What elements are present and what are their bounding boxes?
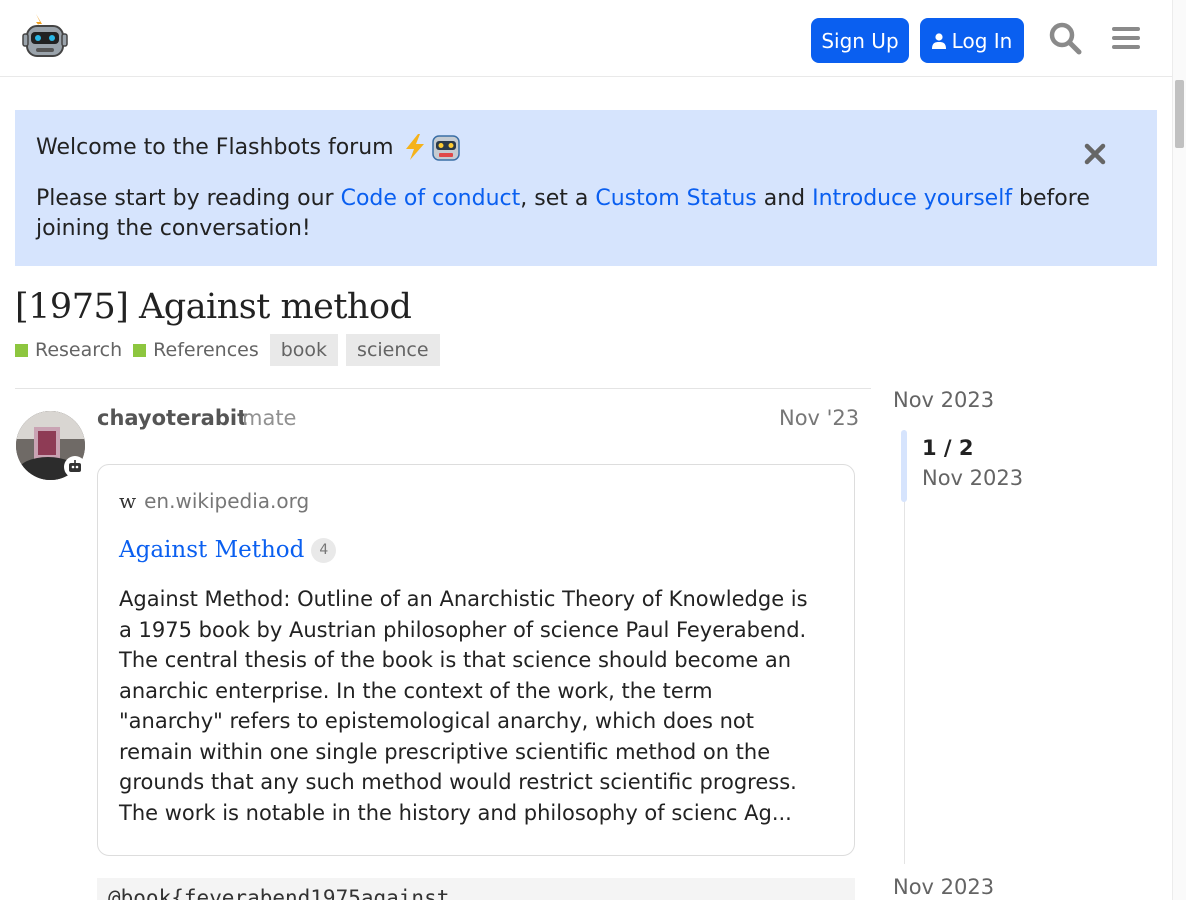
flashbots-logo[interactable] bbox=[22, 12, 68, 62]
hamburger-menu-icon[interactable] bbox=[1106, 18, 1146, 58]
timeline-end-date[interactable]: Nov 2023 bbox=[893, 875, 994, 899]
banner-text-segment: and bbox=[756, 186, 813, 211]
page-scrollbar[interactable] bbox=[1172, 0, 1186, 900]
banner-text-segment: Please start by reading our bbox=[36, 186, 341, 211]
banner-title-text: Welcome to the Flashbots forum bbox=[36, 134, 394, 160]
timeline-current-date: Nov 2023 bbox=[922, 466, 1024, 490]
code-of-conduct-link[interactable]: Code of conduct bbox=[341, 186, 521, 211]
banner-text-segment: , set a bbox=[520, 186, 596, 211]
onebox-source[interactable]: W en.wikipedia.org bbox=[119, 489, 309, 513]
bot-badge-icon bbox=[64, 456, 86, 478]
tag-science[interactable]: science bbox=[346, 334, 440, 366]
code-block: @book{feyerabend1975against, bbox=[97, 878, 855, 900]
search-icon[interactable] bbox=[1045, 18, 1085, 58]
scrollbar-thumb[interactable] bbox=[1175, 80, 1184, 148]
post-user-title: mate bbox=[242, 406, 297, 430]
topic-tags: Research References book science bbox=[15, 334, 448, 366]
wikipedia-onebox: W en.wikipedia.org Against Method 4 Agai… bbox=[97, 464, 855, 856]
code-line: @book{feyerabend1975against, bbox=[108, 886, 463, 900]
robot-icon bbox=[431, 135, 460, 161]
user-icon bbox=[931, 32, 946, 49]
category-references[interactable]: References bbox=[133, 339, 259, 361]
banner-title: Welcome to the Flashbots forum bbox=[36, 132, 462, 162]
post-username[interactable]: chayoterabit bbox=[97, 406, 247, 430]
category-label: Research bbox=[35, 339, 123, 361]
site-header: Sign Up Log In bbox=[0, 0, 1172, 77]
log-in-button[interactable]: Log In bbox=[920, 18, 1024, 63]
welcome-banner: Welcome to the Flashbots forum Please st… bbox=[15, 110, 1157, 266]
category-research[interactable]: Research bbox=[15, 339, 122, 361]
timeline-scroller-handle[interactable] bbox=[901, 430, 907, 502]
sign-up-label: Sign Up bbox=[821, 28, 899, 53]
custom-status-link[interactable]: Custom Status bbox=[595, 186, 756, 211]
sign-up-button[interactable]: Sign Up bbox=[811, 18, 909, 63]
link-click-count: 4 bbox=[311, 537, 337, 563]
onebox-title: Against Method 4 bbox=[119, 537, 337, 563]
introduce-yourself-link[interactable]: Introduce yourself bbox=[812, 186, 1012, 211]
banner-emoji bbox=[400, 132, 462, 162]
onebox-title-link[interactable]: Against Method bbox=[119, 537, 304, 563]
lightning-icon bbox=[405, 134, 424, 160]
category-color-square bbox=[15, 343, 28, 357]
category-label: References bbox=[153, 339, 259, 361]
tag-book[interactable]: book bbox=[269, 334, 339, 366]
onebox-excerpt: Against Method: Outline of an Anarchisti… bbox=[119, 587, 808, 825]
post-date[interactable]: Nov '23 bbox=[779, 406, 859, 430]
timeline-position: 1 / 2 bbox=[922, 436, 974, 460]
wikipedia-icon: W bbox=[119, 489, 137, 513]
topic-title[interactable]: [1975] Against method bbox=[15, 287, 412, 327]
log-in-label: Log In bbox=[951, 28, 1013, 53]
divider bbox=[15, 388, 871, 389]
category-color-square bbox=[133, 343, 147, 357]
close-icon[interactable] bbox=[1083, 142, 1107, 166]
banner-text: Please start by reading our Code of cond… bbox=[36, 184, 1126, 244]
onebox-source-domain: en.wikipedia.org bbox=[144, 489, 310, 513]
timeline-start-date[interactable]: Nov 2023 bbox=[893, 388, 994, 412]
